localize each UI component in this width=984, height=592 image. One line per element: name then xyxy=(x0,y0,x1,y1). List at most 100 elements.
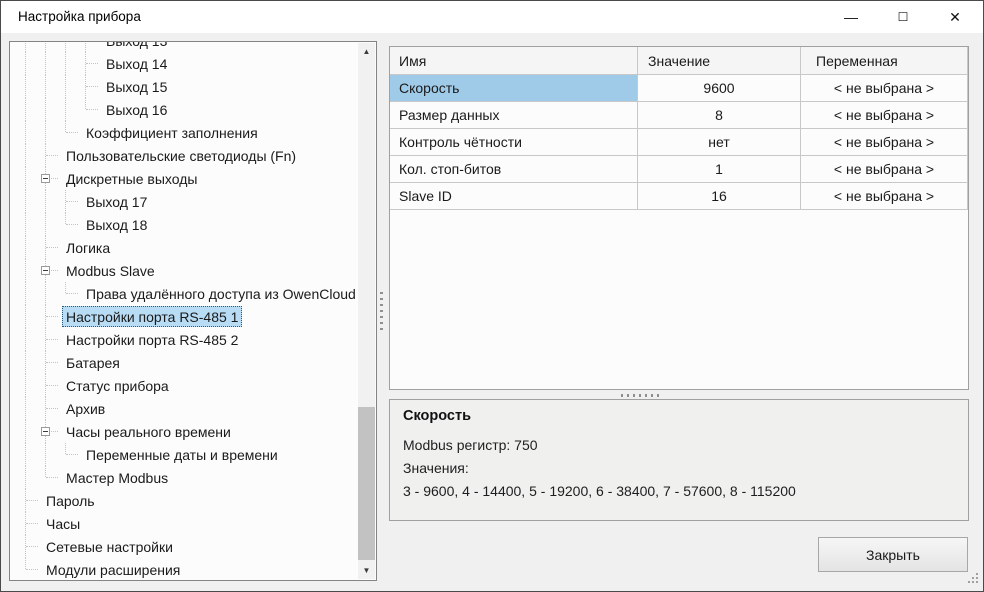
tree-item-label[interactable]: Батарея xyxy=(62,352,124,373)
column-header[interactable]: Переменная xyxy=(801,47,968,75)
close-button[interactable]: Закрыть xyxy=(818,537,968,572)
tree-item[interactable]: Логика xyxy=(10,236,358,259)
tree-item-label[interactable]: Модули расширения xyxy=(42,559,184,580)
tree-item-label[interactable]: Логика xyxy=(62,237,114,258)
close-window-button[interactable]: ✕ xyxy=(929,1,981,33)
tree-item-label[interactable]: Часы xyxy=(42,513,84,534)
tree-item-label[interactable]: Архив xyxy=(62,398,109,419)
horizontal-splitter-handle[interactable] xyxy=(621,394,659,397)
param-name-cell[interactable]: Контроль чётности xyxy=(390,129,638,156)
table-header-row: ИмяЗначениеПеременная xyxy=(390,47,968,75)
tree-item[interactable]: Батарея xyxy=(10,351,358,374)
scrollbar-thumb[interactable] xyxy=(358,407,375,560)
tree-item[interactable]: Выход 16 xyxy=(10,98,358,121)
collapse-minus-icon[interactable] xyxy=(41,266,50,275)
tree-item-label[interactable]: Мастер Modbus xyxy=(62,467,172,488)
scroll-up-icon[interactable]: ▲ xyxy=(358,43,375,60)
param-name-cell[interactable]: Размер данных xyxy=(390,102,638,129)
tree-guide-line xyxy=(65,41,66,52)
param-name-cell[interactable]: Кол. стоп-битов xyxy=(390,156,638,183)
tree-item[interactable]: Мастер Modbus xyxy=(10,466,358,489)
tree-guide-line xyxy=(45,41,46,52)
tree-guide-line xyxy=(25,328,26,351)
param-variable-cell[interactable]: < не выбрана > xyxy=(801,75,968,102)
scroll-down-icon[interactable]: ▼ xyxy=(358,562,375,579)
tree-item-label[interactable]: Сетевые настройки xyxy=(42,536,177,557)
tree-item[interactable]: Статус прибора xyxy=(10,374,358,397)
tree-item[interactable]: Часы реального времени xyxy=(10,420,358,443)
tree-guide-line xyxy=(25,190,26,213)
table-row: Контроль чётностинет< не выбрана > xyxy=(390,129,968,156)
tree-guide-line xyxy=(85,41,86,52)
tree-item-label[interactable]: Переменные даты и времени xyxy=(82,444,282,465)
tree-guide-line xyxy=(46,477,58,478)
param-variable-cell[interactable]: < не выбрана > xyxy=(801,129,968,156)
tree-guide-line xyxy=(66,132,78,133)
param-name-cell[interactable]: Slave ID xyxy=(390,183,638,210)
tree-item[interactable]: Дискретные выходы xyxy=(10,167,358,190)
param-variable-cell[interactable]: < не выбрана > xyxy=(801,102,968,129)
tree-item-label[interactable]: Выход 18 xyxy=(82,214,151,235)
tree-guide-line xyxy=(86,86,98,87)
tree-item-label[interactable]: Выход 16 xyxy=(102,99,171,120)
tree-item[interactable]: Выход 13 xyxy=(10,41,358,52)
tree-item-label[interactable]: Выход 17 xyxy=(82,191,151,212)
resize-grip-icon[interactable] xyxy=(968,573,979,584)
param-name-cell[interactable]: Скорость xyxy=(390,75,638,102)
collapse-minus-icon[interactable] xyxy=(41,427,50,436)
vertical-splitter-handle[interactable] xyxy=(380,292,383,334)
tree-item-label[interactable]: Статус прибора xyxy=(62,375,173,396)
tree-item[interactable]: Настройки порта RS-485 1 xyxy=(10,305,358,328)
tree-item[interactable]: Выход 17 xyxy=(10,190,358,213)
minimize-button[interactable]: — xyxy=(825,1,877,33)
maximize-button[interactable]: ☐ xyxy=(877,1,929,33)
tree-item[interactable]: Переменные даты и времени xyxy=(10,443,358,466)
tree-item[interactable]: Пользовательские светодиоды (Fn) xyxy=(10,144,358,167)
column-header[interactable]: Имя xyxy=(390,47,638,75)
tree-item-label[interactable]: Modbus Slave xyxy=(62,260,159,281)
tree-item-label[interactable]: Коэффициент заполнения xyxy=(82,122,262,143)
tree-item[interactable]: Модули расширения xyxy=(10,558,358,581)
tree-item[interactable]: Выход 18 xyxy=(10,213,358,236)
tree-item[interactable]: Выход 15 xyxy=(10,75,358,98)
tree-item-label[interactable]: Права удалённого доступа из OwenCloud xyxy=(82,283,360,304)
tree-guide-line xyxy=(65,213,66,224)
window-title: Настройка прибора xyxy=(18,1,141,33)
tree-item[interactable]: Выход 14 xyxy=(10,52,358,75)
column-header[interactable]: Значение xyxy=(638,47,801,75)
tree-guide-line xyxy=(45,190,46,213)
parameter-description-panel: Скорость Modbus регистр: 750 Значения: 3… xyxy=(389,399,969,521)
tree-item[interactable]: Коэффициент заполнения xyxy=(10,121,358,144)
param-value-cell[interactable]: 16 xyxy=(638,183,801,210)
tree-item[interactable]: Пароль xyxy=(10,489,358,512)
tree-item[interactable]: Архив xyxy=(10,397,358,420)
tree-item[interactable]: Modbus Slave xyxy=(10,259,358,282)
tree-item-label[interactable]: Пароль xyxy=(42,490,99,511)
param-variable-cell[interactable]: < не выбрана > xyxy=(801,156,968,183)
description-register-line: Modbus регистр: 750 xyxy=(403,437,538,453)
tree-item-label[interactable]: Дискретные выходы xyxy=(62,168,201,189)
table-row: Slave ID16< не выбрана > xyxy=(390,183,968,210)
tree-guide-line xyxy=(86,109,98,110)
tree-item-label-selected[interactable]: Настройки порта RS-485 1 xyxy=(62,306,242,327)
tree-scrollbar[interactable]: ▲ ▼ xyxy=(358,43,375,579)
table-body: Скорость9600< не выбрана >Размер данных8… xyxy=(390,75,968,210)
param-value-cell[interactable]: 9600 xyxy=(638,75,801,102)
param-value-cell[interactable]: 8 xyxy=(638,102,801,129)
param-variable-cell[interactable]: < не выбрана > xyxy=(801,183,968,210)
param-value-cell[interactable]: нет xyxy=(638,129,801,156)
tree-item-label[interactable]: Настройки порта RS-485 2 xyxy=(62,329,242,350)
tree-item-label[interactable]: Выход 15 xyxy=(102,76,171,97)
param-value-cell[interactable]: 1 xyxy=(638,156,801,183)
tree-item-label[interactable]: Часы реального времени xyxy=(62,421,235,442)
tree-item[interactable]: Права удалённого доступа из OwenCloud xyxy=(10,282,358,305)
tree-item-label[interactable]: Выход 14 xyxy=(102,53,171,74)
tree-item[interactable]: Часы xyxy=(10,512,358,535)
tree-guide-line xyxy=(25,420,26,443)
tree-item-label[interactable]: Пользовательские светодиоды (Fn) xyxy=(62,145,300,166)
tree-guide-line xyxy=(65,98,66,121)
tree-item[interactable]: Настройки порта RS-485 2 xyxy=(10,328,358,351)
tree-item[interactable]: Сетевые настройки xyxy=(10,535,358,558)
collapse-minus-icon[interactable] xyxy=(41,174,50,183)
tree-item-label[interactable]: Выход 13 xyxy=(102,41,171,51)
